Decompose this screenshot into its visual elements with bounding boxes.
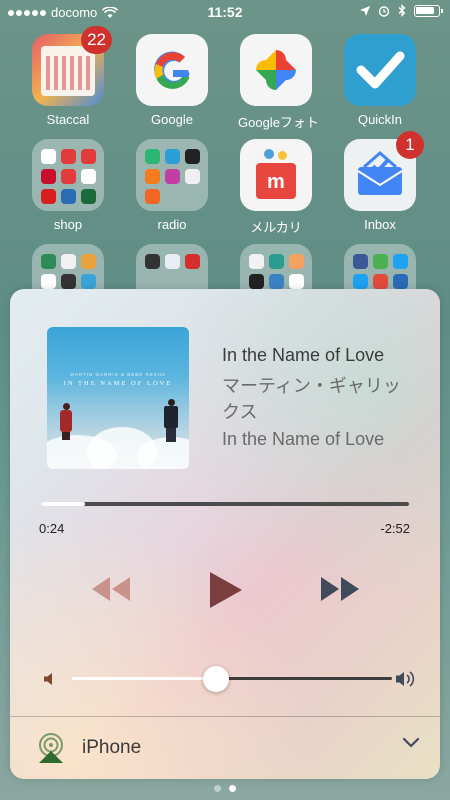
app-staccal[interactable]: 22 Staccal xyxy=(30,26,112,127)
app-label: メルカリ xyxy=(250,220,302,235)
volume-slider-thumb[interactable] xyxy=(203,666,229,692)
bluetooth-icon xyxy=(398,4,406,17)
status-right xyxy=(360,4,443,17)
calendar-icon: 22 xyxy=(32,26,112,106)
app-label: QuickIn xyxy=(357,112,403,127)
alarm-icon xyxy=(378,5,390,17)
rewind-icon xyxy=(92,577,130,601)
app-mercari[interactable]: m メルカリ xyxy=(238,139,314,236)
fast-forward-icon xyxy=(321,577,359,601)
folder-shop[interactable]: shop xyxy=(30,139,106,232)
volume-high-icon xyxy=(396,671,415,687)
airplay-device-label: iPhone xyxy=(82,737,142,758)
app-label: Inbox xyxy=(364,217,396,232)
notification-badge: 22 xyxy=(81,26,112,54)
folder-icon xyxy=(32,139,104,211)
playback-scrubber[interactable] xyxy=(41,502,409,506)
app-label: Googleフォト xyxy=(238,115,319,130)
app-label: Staccal xyxy=(46,112,90,127)
artwork-artist-text: MARTIN GARRIX & BEBE REXHA xyxy=(70,372,166,377)
playback-progress-fill xyxy=(41,502,85,506)
inbox-envelope-icon: 1 xyxy=(344,131,424,211)
remaining-time: -2:52 xyxy=(380,521,410,536)
volume-slider-track[interactable] xyxy=(216,677,392,680)
page-indicator[interactable] xyxy=(0,785,450,792)
checkmark-icon xyxy=(344,34,416,106)
volume-control xyxy=(40,666,415,692)
airplay-output-selector[interactable]: iPhone xyxy=(10,717,440,779)
app-label: Google xyxy=(151,112,193,127)
figure-woman xyxy=(59,403,73,443)
album-artwork: MARTIN GARRIX & BEBE REXHA IN THE NAME O… xyxy=(47,327,189,469)
app-google[interactable]: Google xyxy=(134,34,210,127)
status-bar: docomo 11:52 xyxy=(0,0,450,24)
figure-man xyxy=(163,399,179,445)
location-arrow-icon xyxy=(360,5,370,16)
chevron-down-icon[interactable] xyxy=(402,737,420,749)
airplay-icon xyxy=(39,733,63,763)
play-button[interactable] xyxy=(208,570,244,610)
page-dot xyxy=(214,785,221,792)
battery-icon xyxy=(414,4,443,17)
elapsed-time: 0:24 xyxy=(39,521,65,536)
page-dot xyxy=(229,785,236,792)
app-label: radio xyxy=(157,217,187,232)
app-inbox[interactable]: 1 Inbox xyxy=(342,131,424,232)
mercari-box-icon: m xyxy=(240,139,312,211)
app-label: shop xyxy=(53,217,83,232)
play-icon xyxy=(210,572,242,608)
pinwheel-icon xyxy=(240,34,312,106)
track-title: In the Name of Love xyxy=(222,345,385,365)
folder-radio[interactable]: radio xyxy=(134,139,210,232)
notification-badge: 1 xyxy=(396,131,424,159)
folder-icon xyxy=(136,139,208,211)
now-playing-card: MARTIN GARRIX & BEBE REXHA IN THE NAME O… xyxy=(10,289,440,779)
rewind-button[interactable] xyxy=(90,574,132,604)
track-album: In the Name of Love xyxy=(222,429,385,449)
artwork-title-text: IN THE NAME OF LOVE xyxy=(63,380,173,387)
google-logo-icon xyxy=(136,34,208,106)
app-google-photos[interactable]: Googleフォト xyxy=(238,34,319,131)
fast-forward-button[interactable] xyxy=(319,574,361,604)
volume-slider-filled[interactable] xyxy=(72,677,216,680)
volume-low-icon xyxy=(44,673,52,685)
app-quickin[interactable]: QuickIn xyxy=(342,34,418,127)
track-artist: マーティン・ギャリックス xyxy=(222,376,401,422)
